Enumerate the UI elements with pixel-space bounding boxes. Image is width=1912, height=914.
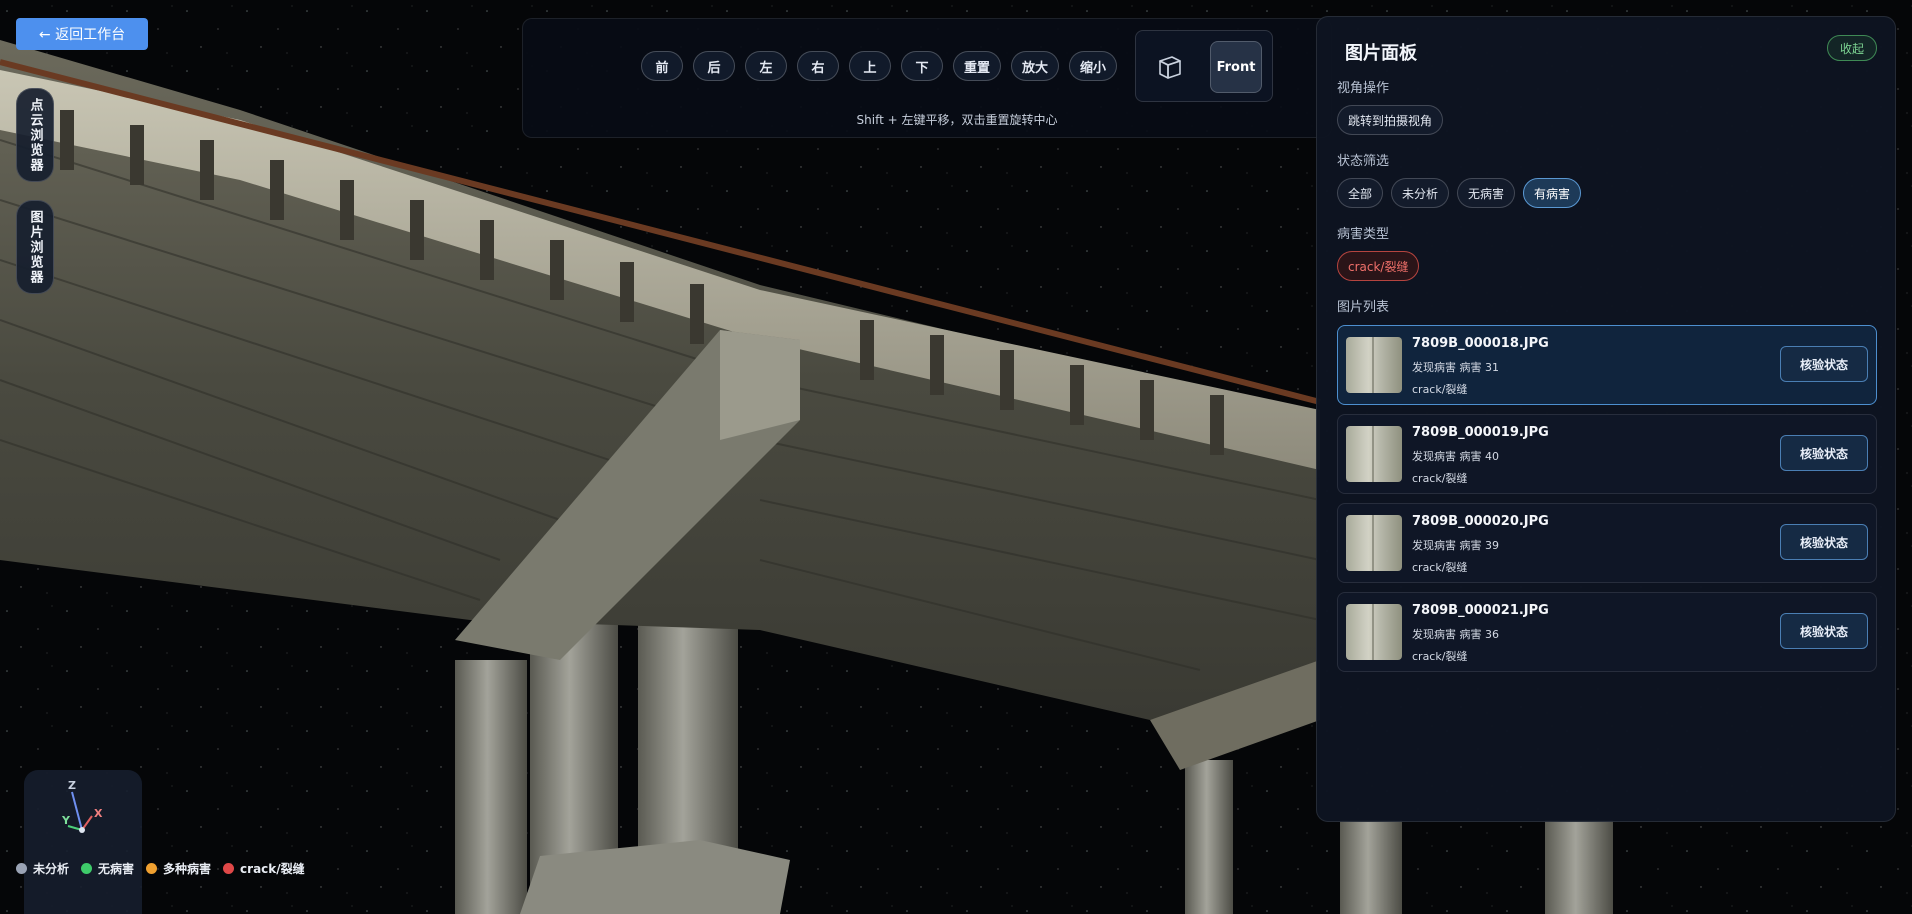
filter-no-defect[interactable]: 无病害 — [1457, 178, 1516, 208]
axis-gizmo: Z Y X — [24, 770, 142, 914]
verify-status-button[interactable]: 核验状态 — [1780, 613, 1868, 649]
view-front-button[interactable]: 前 — [641, 51, 683, 81]
legend-label: 无病害 — [98, 862, 135, 876]
reset-view-button[interactable]: 重置 — [953, 51, 1002, 81]
image-name: 7809B_000020.JPG — [1412, 514, 1549, 529]
status-filter-label: 状态筛选 — [1337, 154, 1390, 169]
panel-title: 图片面板 — [1345, 43, 1417, 64]
status-filter-group: 全部 未分析 无病害 有病害 — [1337, 178, 1582, 208]
current-view-button[interactable]: Front — [1210, 41, 1262, 93]
view-cube-widget: Front — [1135, 30, 1273, 102]
image-list: 7809B_000018.JPG 发现病害 病害 31 crack/裂缝 核验状… — [1337, 325, 1877, 681]
view-back-button[interactable]: 后 — [693, 51, 735, 81]
image-thumbnail — [1346, 515, 1402, 571]
image-card[interactable]: 7809B_000019.JPG 发现病害 病害 40 crack/裂缝 核验状… — [1337, 414, 1877, 494]
image-defect-count: 发现病害 病害 40 — [1412, 450, 1499, 463]
filter-unanalyzed[interactable]: 未分析 — [1391, 178, 1450, 208]
image-thumbnail — [1346, 426, 1402, 482]
zoom-in-button[interactable]: 放大 — [1011, 51, 1060, 81]
view-ops-label: 视角操作 — [1337, 81, 1390, 96]
legend-dot — [223, 863, 235, 874]
legend-item-unanalyzed: 未分析 — [16, 860, 69, 877]
legend-item-no-defect: 无病害 — [81, 860, 134, 877]
jump-to-capture-view-button[interactable]: 跳转到拍摄视角 — [1337, 105, 1444, 135]
view-ops-row: 跳转到拍摄视角 — [1337, 105, 1444, 135]
view-bottom-button[interactable]: 下 — [901, 51, 943, 81]
axis-gizmo-icon: Z Y X — [61, 779, 103, 833]
image-card[interactable]: 7809B_000020.JPG 发现病害 病害 39 crack/裂缝 核验状… — [1337, 503, 1877, 583]
image-card[interactable]: 7809B_000018.JPG 发现病害 病害 31 crack/裂缝 核验状… — [1337, 325, 1877, 405]
image-defect-type: crack/裂缝 — [1412, 472, 1468, 485]
image-thumbnail — [1346, 337, 1402, 393]
back-button-label: ← 返回工作台 — [38, 27, 126, 43]
tab-image-browser[interactable]: 图片浏览器 — [16, 200, 54, 294]
view-button-group: 前 后 左 右 上 下 重置 放大 缩小 — [641, 51, 1118, 81]
axis-z-label: Z — [68, 779, 76, 792]
verify-status-button[interactable]: 核验状态 — [1780, 346, 1868, 382]
zoom-out-button[interactable]: 缩小 — [1069, 51, 1118, 81]
filter-all[interactable]: 全部 — [1337, 178, 1384, 208]
back-to-workbench-button[interactable]: ← 返回工作台 — [16, 18, 148, 50]
legend-label: 多种病害 — [163, 862, 212, 876]
view-top-button[interactable]: 上 — [849, 51, 891, 81]
image-panel: 图片面板 收起 视角操作 跳转到拍摄视角 状态筛选 全部 未分析 无病害 有病害… — [1316, 16, 1896, 822]
image-defect-type: crack/裂缝 — [1412, 561, 1468, 574]
legend-item-crack: crack/裂缝 — [223, 860, 305, 877]
cube-icon[interactable] — [1156, 53, 1184, 81]
status-legend: 未分析 无病害 多种病害 crack/裂缝 — [16, 860, 305, 877]
legend-dot — [16, 863, 27, 874]
defect-type-group: crack/裂缝 — [1337, 251, 1420, 281]
image-card[interactable]: 7809B_000021.JPG 发现病害 病害 36 crack/裂缝 核验状… — [1337, 592, 1877, 672]
image-defect-count: 发现病害 病害 36 — [1412, 628, 1499, 641]
image-name: 7809B_000019.JPG — [1412, 425, 1549, 440]
image-defect-type: crack/裂缝 — [1412, 383, 1468, 396]
legend-label: 未分析 — [33, 862, 70, 876]
axis-y-label: Y — [61, 814, 71, 827]
defect-type-label: 病害类型 — [1337, 227, 1390, 242]
image-thumbnail — [1346, 604, 1402, 660]
verify-status-button[interactable]: 核验状态 — [1780, 435, 1868, 471]
legend-label: crack/裂缝 — [240, 862, 305, 876]
image-name: 7809B_000021.JPG — [1412, 603, 1549, 618]
image-list-label: 图片列表 — [1337, 300, 1390, 315]
legend-dot — [146, 863, 158, 874]
image-name: 7809B_000018.JPG — [1412, 336, 1549, 351]
legend-item-multi-defect: 多种病害 — [146, 860, 211, 877]
legend-dot — [81, 863, 93, 874]
navigation-hint: Shift + 左键平移，双击重置旋转中心 — [856, 113, 1058, 127]
filter-has-defect[interactable]: 有病害 — [1523, 178, 1582, 208]
view-toolbar: 前 后 左 右 上 下 重置 放大 缩小 Shift + 左键平移，双击重置旋转… — [522, 18, 1332, 138]
image-defect-type: crack/裂缝 — [1412, 650, 1468, 663]
view-right-button[interactable]: 右 — [797, 51, 839, 81]
image-defect-count: 发现病害 病害 39 — [1412, 539, 1499, 552]
view-left-button[interactable]: 左 — [745, 51, 787, 81]
image-defect-count: 发现病害 病害 31 — [1412, 361, 1499, 374]
axis-x-label: X — [94, 807, 103, 820]
defect-type-crack[interactable]: crack/裂缝 — [1337, 251, 1420, 281]
tab-point-cloud-browser[interactable]: 点云浏览器 — [16, 88, 54, 182]
verify-status-button[interactable]: 核验状态 — [1780, 524, 1868, 560]
collapse-button[interactable]: 收起 — [1826, 35, 1877, 61]
